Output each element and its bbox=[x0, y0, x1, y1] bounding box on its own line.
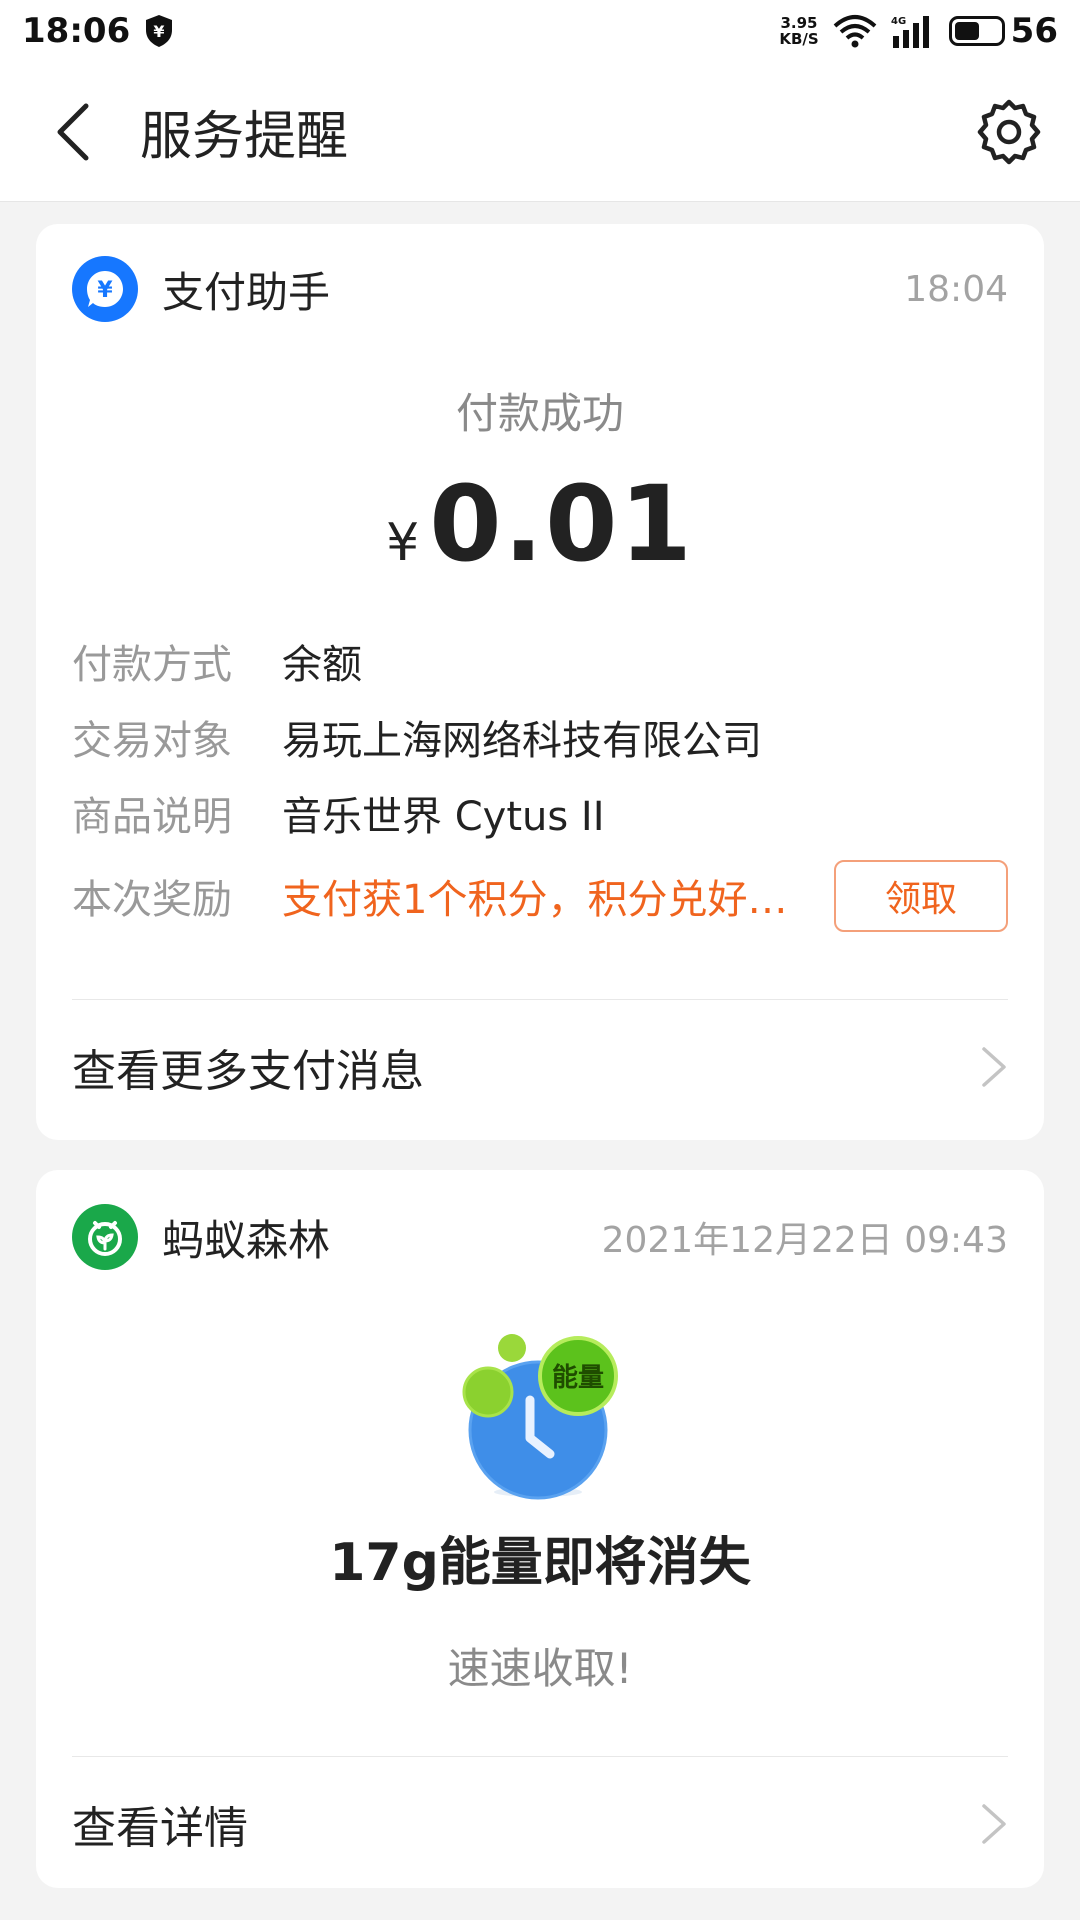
more-link-label: 查看详情 bbox=[72, 1803, 248, 1854]
title-bar: 服务提醒 bbox=[0, 62, 1080, 202]
svg-text:¥: ¥ bbox=[154, 22, 165, 41]
detail-value: 余额 bbox=[282, 642, 362, 688]
settings-button[interactable] bbox=[964, 87, 1054, 177]
status-time: 18:06 bbox=[22, 11, 131, 51]
detail-label: 商品说明 bbox=[72, 794, 232, 840]
battery-indicator: 56 bbox=[948, 11, 1058, 51]
payment-notification-card: ¥ 支付助手 18:04 付款成功 ¥ 0.01 付款方式 余额 交易对象 易玩… bbox=[36, 224, 1044, 1140]
detail-value: 音乐世界 Cytus II bbox=[282, 794, 605, 840]
detail-label: 付款方式 bbox=[72, 642, 232, 688]
reward-value: 支付获1个积分，积分兑好… bbox=[282, 877, 788, 923]
network-speed: 3.95 KB/S bbox=[779, 14, 819, 48]
svg-text:¥: ¥ bbox=[97, 278, 113, 303]
back-button[interactable] bbox=[12, 72, 132, 192]
shield-yuan-icon: ¥ bbox=[146, 15, 173, 47]
ant-forest-icon bbox=[72, 1204, 138, 1270]
energy-clock-illustration: 能量 bbox=[36, 1330, 1044, 1500]
gear-icon bbox=[977, 99, 1041, 164]
card-header: 蚂蚁森林 2021年12月22日 09:43 bbox=[36, 1170, 1044, 1304]
detail-label: 本次奖励 bbox=[72, 877, 232, 923]
card-header: ¥ 支付助手 18:04 bbox=[36, 224, 1044, 354]
more-link-label: 查看更多支付消息 bbox=[72, 1046, 424, 1097]
payment-status: 付款成功 bbox=[455, 389, 624, 438]
detail-row-product: 商品说明 音乐世界 Cytus II bbox=[72, 775, 1008, 851]
svg-text:4G: 4G bbox=[891, 16, 906, 27]
message-time: 2021年12月22日 09:43 bbox=[601, 1220, 1008, 1261]
view-details-link[interactable]: 查看详情 bbox=[36, 1757, 1044, 1891]
payment-assistant-icon: ¥ bbox=[72, 256, 138, 322]
ant-forest-notification-card: 蚂蚁森林 2021年12月22日 09:43 能量 17g能量即将消失 速速收取… bbox=[36, 1170, 1044, 1888]
chevron-right-icon bbox=[982, 1804, 1006, 1844]
view-more-payments-link[interactable]: 查看更多支付消息 bbox=[36, 1000, 1044, 1134]
energy-clock-icon: 能量 bbox=[462, 1334, 618, 1500]
cellular-signal-icon: 4G bbox=[891, 16, 929, 48]
wifi-icon bbox=[833, 15, 877, 48]
detail-row-merchant: 交易对象 易玩上海网络科技有限公司 bbox=[72, 699, 1008, 775]
message-time: 18:04 bbox=[904, 268, 1008, 310]
currency-symbol: ¥ bbox=[386, 513, 420, 573]
amount-value: 0.01 bbox=[429, 463, 694, 585]
payment-amount: ¥ 0.01 bbox=[36, 463, 1044, 585]
chevron-right-icon bbox=[982, 1047, 1006, 1087]
energy-warning-subtitle: 速速收取! bbox=[447, 1644, 633, 1693]
chevron-left-icon bbox=[57, 103, 89, 160]
status-bar: 18:06 ¥ 3.95 KB/S 4G 56 bbox=[0, 0, 1080, 62]
claim-reward-button[interactable]: 领取 bbox=[834, 860, 1008, 932]
svg-text:能量: 能量 bbox=[552, 1362, 604, 1393]
detail-row-reward: 本次奖励 支付获1个积分，积分兑好… 领取 bbox=[72, 851, 1008, 941]
detail-row-method: 付款方式 余额 bbox=[72, 623, 1008, 699]
battery-icon bbox=[948, 16, 1005, 46]
energy-warning-title: 17g能量即将消失 bbox=[329, 1533, 751, 1593]
app-name: 支付助手 bbox=[162, 267, 331, 317]
payment-details: 付款方式 余额 交易对象 易玩上海网络科技有限公司 商品说明 音乐世界 Cytu… bbox=[36, 585, 1044, 941]
detail-label: 交易对象 bbox=[72, 718, 232, 764]
detail-value: 易玩上海网络科技有限公司 bbox=[282, 718, 762, 764]
app-name: 蚂蚁森林 bbox=[162, 1215, 331, 1265]
page-title: 服务提醒 bbox=[140, 107, 349, 167]
